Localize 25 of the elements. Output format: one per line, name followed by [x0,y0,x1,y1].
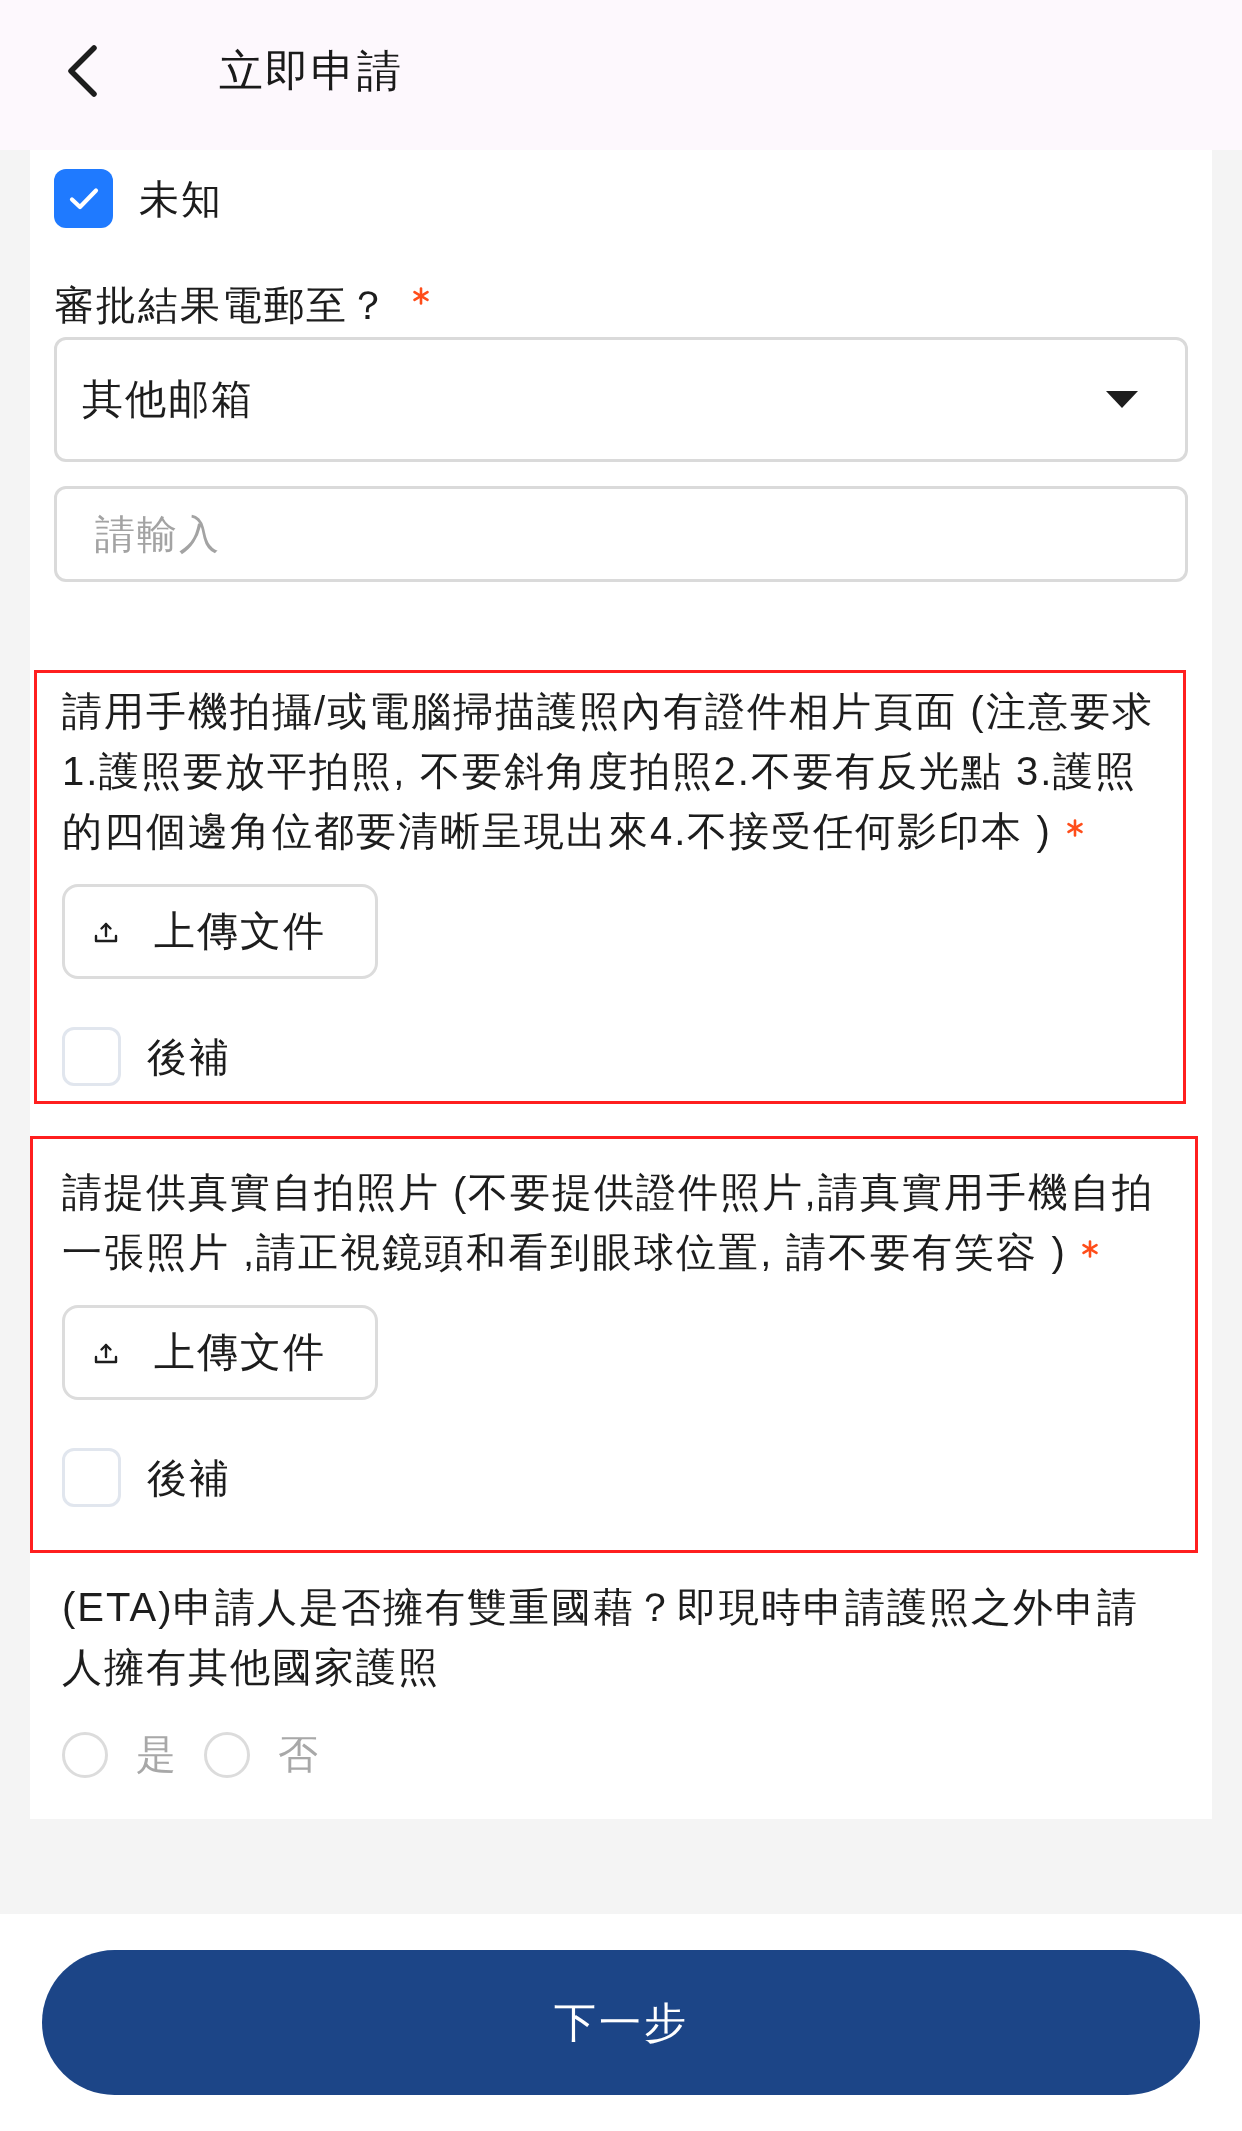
field-label: 審批結果電郵至？ [54,282,390,329]
question-text: (ETA)申請人是否擁有雙重國藉？即現時申請護照之外申請人擁有其他國家護照 [62,1584,1141,1691]
checkbox-label: 後補 [147,1454,231,1502]
radio-button[interactable] [62,1731,108,1778]
upload-button[interactable]: 上傳文件 [62,884,378,979]
instruction-text: 請用手機拍攝/或電腦掃描護照內有證件相片頁面 (注意要求1.護照要放平拍照, 不要斜角度拍照2.不要有反光點 3.護照的四個邊角位都要清晰呈現出來4.不接受任何影印本 ) [62,689,1154,853]
page-title: 立即申請 [219,44,403,97]
checkbox[interactable] [62,1027,121,1086]
upload-icon [94,1341,118,1364]
input-field[interactable]: 請輸入 [54,486,1188,582]
checkmark-icon [68,186,99,211]
radio-button[interactable] [204,1731,250,1778]
checkbox[interactable] [54,169,113,228]
upload-button[interactable]: 上傳文件 [62,1305,378,1400]
back-chevron-icon [66,44,98,98]
radio-label: 是 [136,1731,178,1778]
checkbox-label: 未知 [139,175,223,223]
select-field[interactable]: 其他邮箱 [54,337,1188,462]
next-button[interactable]: 下一步 [42,1950,1200,2095]
radio-label: 否 [278,1731,320,1778]
upload-icon [94,920,118,943]
dropdown-caret-icon [1106,391,1138,408]
checkbox-label: 後補 [147,1033,231,1081]
checkbox[interactable] [62,1448,121,1507]
instruction-text: 請提供真實自拍照片 (不要提供證件照片,請真實用手機自拍一張照片 ,請正視鏡頭和看到眼球位置, 請不要有笑容 ) [62,1170,1154,1274]
